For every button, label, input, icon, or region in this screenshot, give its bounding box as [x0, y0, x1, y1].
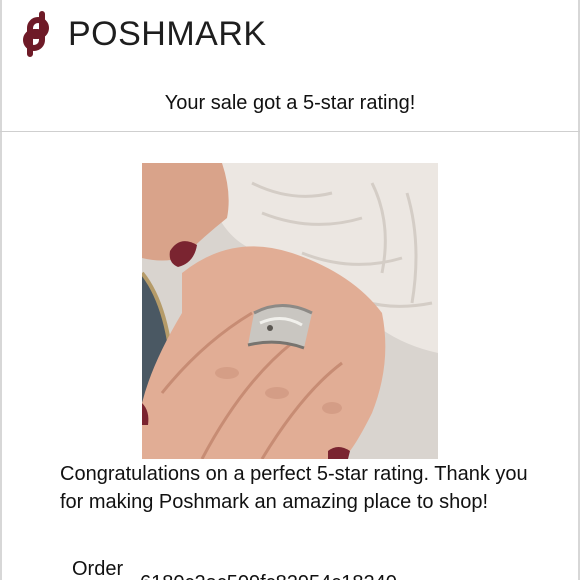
congratulations-message: Congratulations on a perfect 5-star rati…: [60, 463, 528, 513]
order-label: Order: [72, 558, 124, 580]
product-image: [142, 163, 438, 459]
ring-on-hand-photo[interactable]: [142, 163, 438, 459]
poshmark-logo-icon[interactable]: [16, 10, 60, 58]
header-divider: [0, 131, 580, 132]
email-subject: Your sale got a 5-star rating!: [164, 92, 416, 114]
order-id[interactable]: 6180c2ac509fc82954c18240: [140, 570, 397, 580]
email-header: POSHMARK Your sale got a 5-star rating!: [0, 0, 580, 132]
brand-name[interactable]: POSHMARK: [68, 14, 267, 54]
